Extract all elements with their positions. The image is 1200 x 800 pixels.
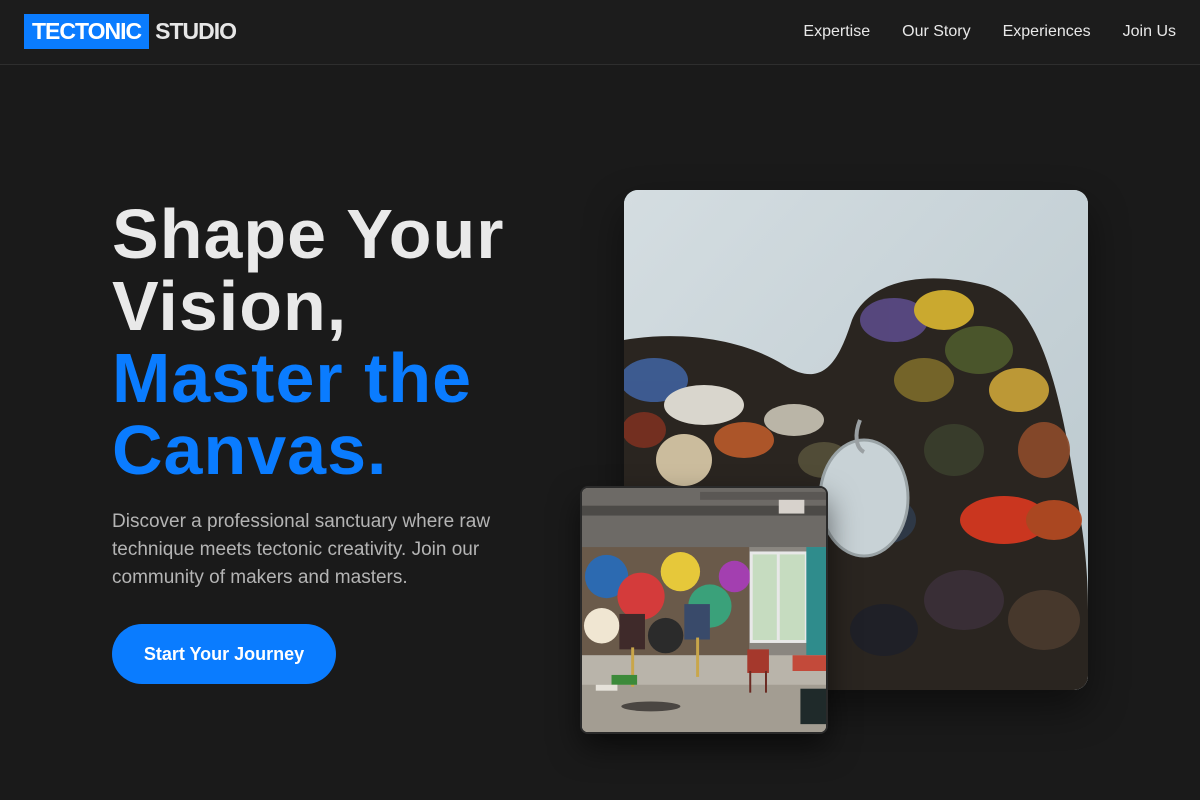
nav-link-join-us[interactable]: Join Us	[1123, 23, 1176, 41]
nav-link-experiences[interactable]: Experiences	[1003, 23, 1091, 41]
brand-logo[interactable]: TECTONIC STUDIO	[24, 14, 237, 49]
studio-image	[580, 486, 828, 734]
start-journey-button[interactable]: Start Your Journey	[112, 624, 336, 684]
hero-title-accent-line: Canvas.	[112, 411, 388, 489]
site-header: TECTONIC STUDIO Expertise Our Story Expe…	[0, 0, 1200, 65]
logo-word: STUDIO	[155, 18, 237, 44]
hero-title-line: Vision,	[112, 267, 348, 345]
hero-title-line: Shape Your	[112, 195, 505, 273]
hero-title: Shape Your Vision, Master the Canvas.	[112, 198, 505, 486]
nav-link-our-story[interactable]: Our Story	[902, 23, 970, 41]
hero-title-accent-line: Master the	[112, 339, 473, 417]
main-nav: Expertise Our Story Experiences Join Us	[771, 0, 1176, 64]
nav-link-expertise[interactable]: Expertise	[803, 23, 870, 41]
logo-mark: TECTONIC	[24, 14, 150, 49]
hero-subtitle: Discover a professional sanctuary where …	[112, 511, 491, 588]
